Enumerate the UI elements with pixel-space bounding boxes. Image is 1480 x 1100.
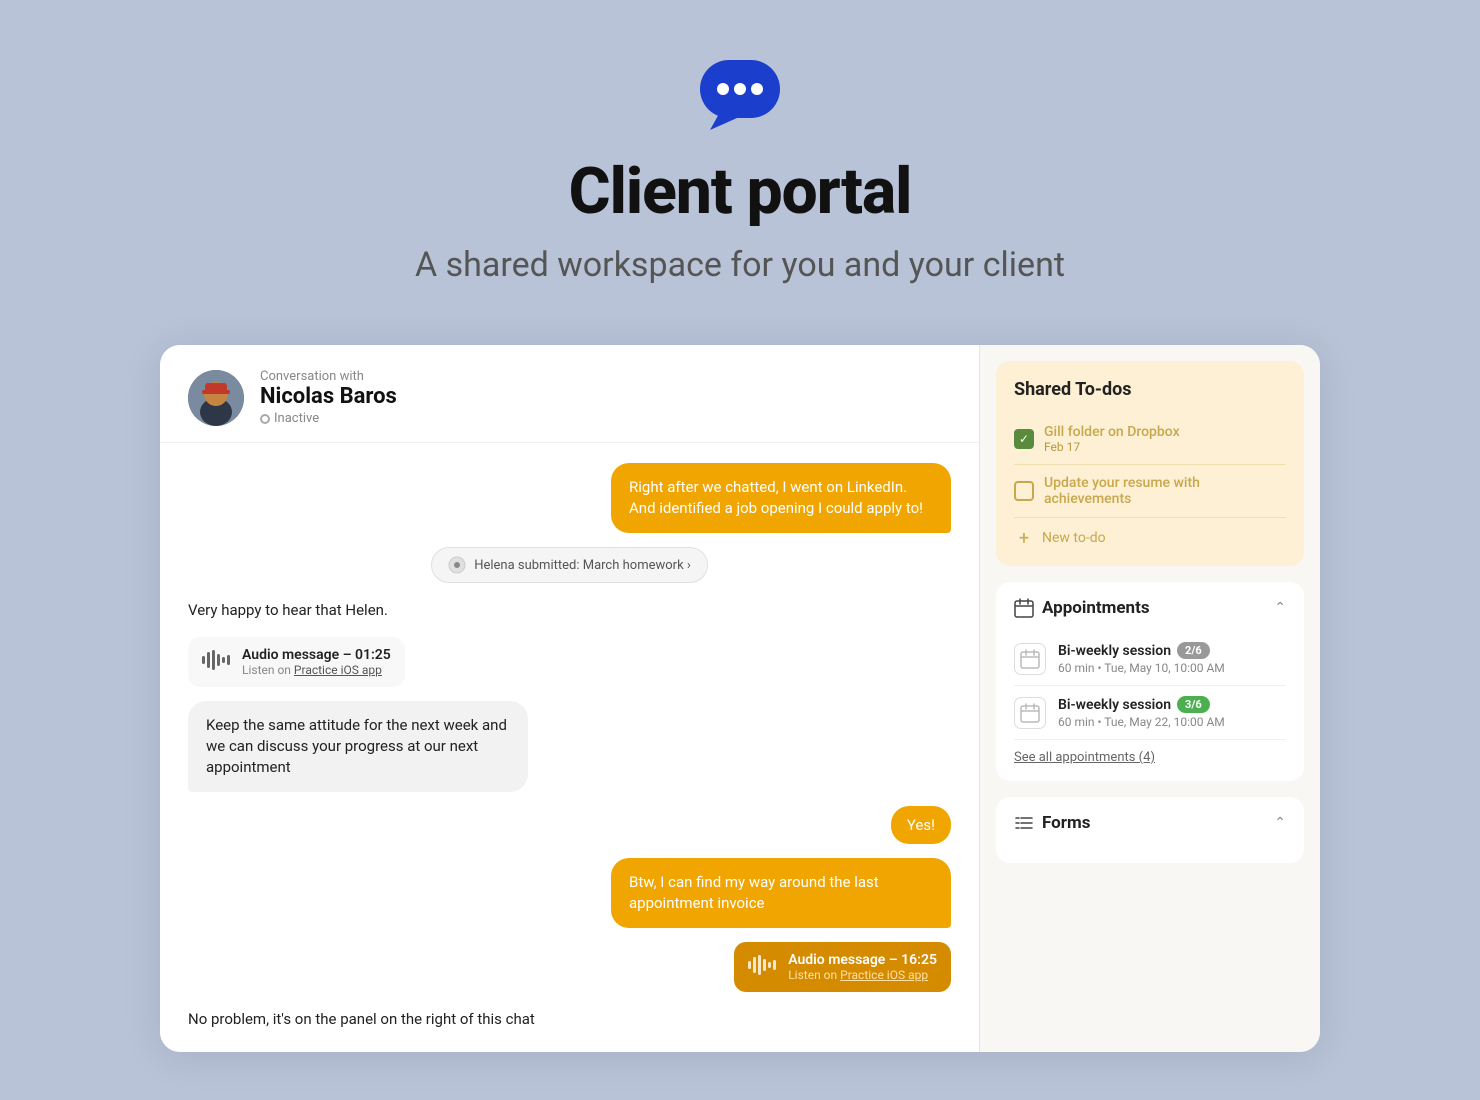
appt-title-2: Bi-weekly session 3/6: [1058, 696, 1225, 713]
message-audio-left-1[interactable]: Audio message – 01:25 Listen on Practice…: [188, 637, 405, 687]
appointment-item-2: Bi-weekly session 3/6 60 min • Tue, May …: [1014, 686, 1286, 740]
todo-date-1: Feb 17: [1044, 440, 1180, 454]
appointments-header: Appointments ⌃: [1014, 598, 1286, 618]
appt-info-1: Bi-weekly session 2/6 60 min • Tue, May …: [1058, 642, 1225, 675]
audio-title-right: Audio message – 16:25: [788, 952, 937, 968]
forms-title-text: Forms: [1042, 813, 1090, 833]
avatar: [188, 370, 244, 426]
page-subtitle: A shared workspace for you and your clie…: [20, 245, 1460, 285]
practice-ios-link-right[interactable]: Practice iOS app: [840, 968, 928, 982]
appointments-card: Appointments ⌃ Bi-weekly session: [996, 582, 1304, 781]
appt-badge-1: 2/6: [1177, 642, 1210, 659]
portal-container: Conversation with Nicolas Baros Inactive…: [160, 345, 1320, 1052]
forms-title: Forms: [1014, 813, 1090, 833]
message-bubble-left-long: Keep the same attitude for the next week…: [188, 701, 528, 792]
todo-text-group-1: Gill folder on Dropbox Feb 17: [1044, 424, 1180, 454]
message-system-1[interactable]: Helena submitted: March homework ›: [431, 547, 708, 583]
todo-text-group-2: Update your resume with achievements: [1044, 475, 1286, 507]
todo-add-button[interactable]: + New to-do: [1014, 518, 1286, 548]
appt-name-2: Bi-weekly session: [1058, 697, 1171, 713]
chat-header: Conversation with Nicolas Baros Inactive: [160, 345, 979, 443]
chat-panel: Conversation with Nicolas Baros Inactive…: [160, 345, 980, 1052]
forms-card: Forms ⌃: [996, 797, 1304, 863]
todos-card: Shared To-dos Gill folder on Dropbox Feb…: [996, 361, 1304, 566]
forms-chevron[interactable]: ⌃: [1274, 815, 1286, 831]
audio-wave-icon: [202, 648, 232, 677]
see-all-appointments[interactable]: See all appointments (4): [1014, 740, 1286, 765]
appt-title-1: Bi-weekly session 2/6: [1058, 642, 1225, 659]
appt-cal-icon-2: [1014, 697, 1046, 729]
appt-meta-2: 60 min • Tue, May 22, 10:00 AM: [1058, 715, 1225, 729]
status-indicator: [260, 414, 270, 424]
message-bubble-right-1: Right after we chatted, I went on Linked…: [611, 463, 951, 533]
practice-ios-link[interactable]: Practice iOS app: [294, 663, 382, 677]
page-title: Client portal: [20, 154, 1460, 229]
todo-item-2: Update your resume with achievements: [1014, 465, 1286, 518]
appt-meta-1: 60 min • Tue, May 10, 10:00 AM: [1058, 661, 1225, 675]
message-small-right-yes: Yes!: [891, 806, 951, 844]
todo-checkbox-1[interactable]: [1014, 429, 1034, 449]
client-name: Nicolas Baros: [260, 384, 397, 409]
appointments-title: Appointments: [1014, 598, 1150, 618]
plus-icon: +: [1014, 528, 1034, 548]
system-message-text: Helena submitted: March homework ›: [474, 558, 691, 573]
message-audio-right-1[interactable]: Audio message – 16:25 Listen on Practice…: [734, 942, 951, 992]
audio-info-left-1: Audio message – 01:25 Listen on Practice…: [242, 647, 391, 677]
audio-sub-right: Listen on Practice iOS app: [788, 968, 937, 982]
add-todo-label: New to-do: [1042, 530, 1106, 546]
forms-header: Forms ⌃: [1014, 813, 1286, 833]
appt-badge-2: 3/6: [1177, 696, 1210, 713]
conversation-label: Conversation with: [260, 369, 397, 384]
client-status: Inactive: [260, 411, 397, 426]
chat-header-info: Conversation with Nicolas Baros Inactive: [260, 369, 397, 426]
appointments-title-text: Appointments: [1042, 598, 1150, 618]
todo-checkbox-2[interactable]: [1014, 481, 1034, 501]
status-text: Inactive: [274, 411, 319, 426]
calendar-icon: [1014, 598, 1034, 618]
forms-icon: [1014, 813, 1034, 833]
todos-title: Shared To-dos: [1014, 379, 1286, 400]
appt-name-1: Bi-weekly session: [1058, 643, 1171, 659]
message-bubble-right-2: Btw, I can find my way around the last a…: [611, 858, 951, 928]
hero-section: Client portal A shared workspace for you…: [0, 0, 1480, 325]
message-plain-left-1: Very happy to hear that Helen.: [188, 597, 388, 623]
todo-text-2: Update your resume with achievements: [1044, 475, 1286, 507]
right-panel: Shared To-dos Gill folder on Dropbox Feb…: [980, 345, 1320, 1052]
system-icon: [448, 556, 466, 574]
appt-cal-icon-1: [1014, 643, 1046, 675]
todo-item-1: Gill folder on Dropbox Feb 17: [1014, 414, 1286, 465]
audio-sub: Listen on Practice iOS app: [242, 663, 391, 677]
todo-text-1: Gill folder on Dropbox: [1044, 424, 1180, 440]
appt-info-2: Bi-weekly session 3/6 60 min • Tue, May …: [1058, 696, 1225, 729]
audio-title: Audio message – 01:25: [242, 647, 391, 663]
appointment-item-1: Bi-weekly session 2/6 60 min • Tue, May …: [1014, 632, 1286, 686]
chat-messages: Right after we chatted, I went on Linked…: [160, 443, 979, 1052]
chat-bubble-icon: [695, 60, 785, 130]
appointments-chevron[interactable]: ⌃: [1274, 600, 1286, 616]
audio-info-right-1: Audio message – 16:25 Listen on Practice…: [788, 952, 937, 982]
audio-wave-icon-right: [748, 953, 778, 982]
message-plain-left-bottom: No problem, it's on the panel on the rig…: [188, 1006, 535, 1032]
